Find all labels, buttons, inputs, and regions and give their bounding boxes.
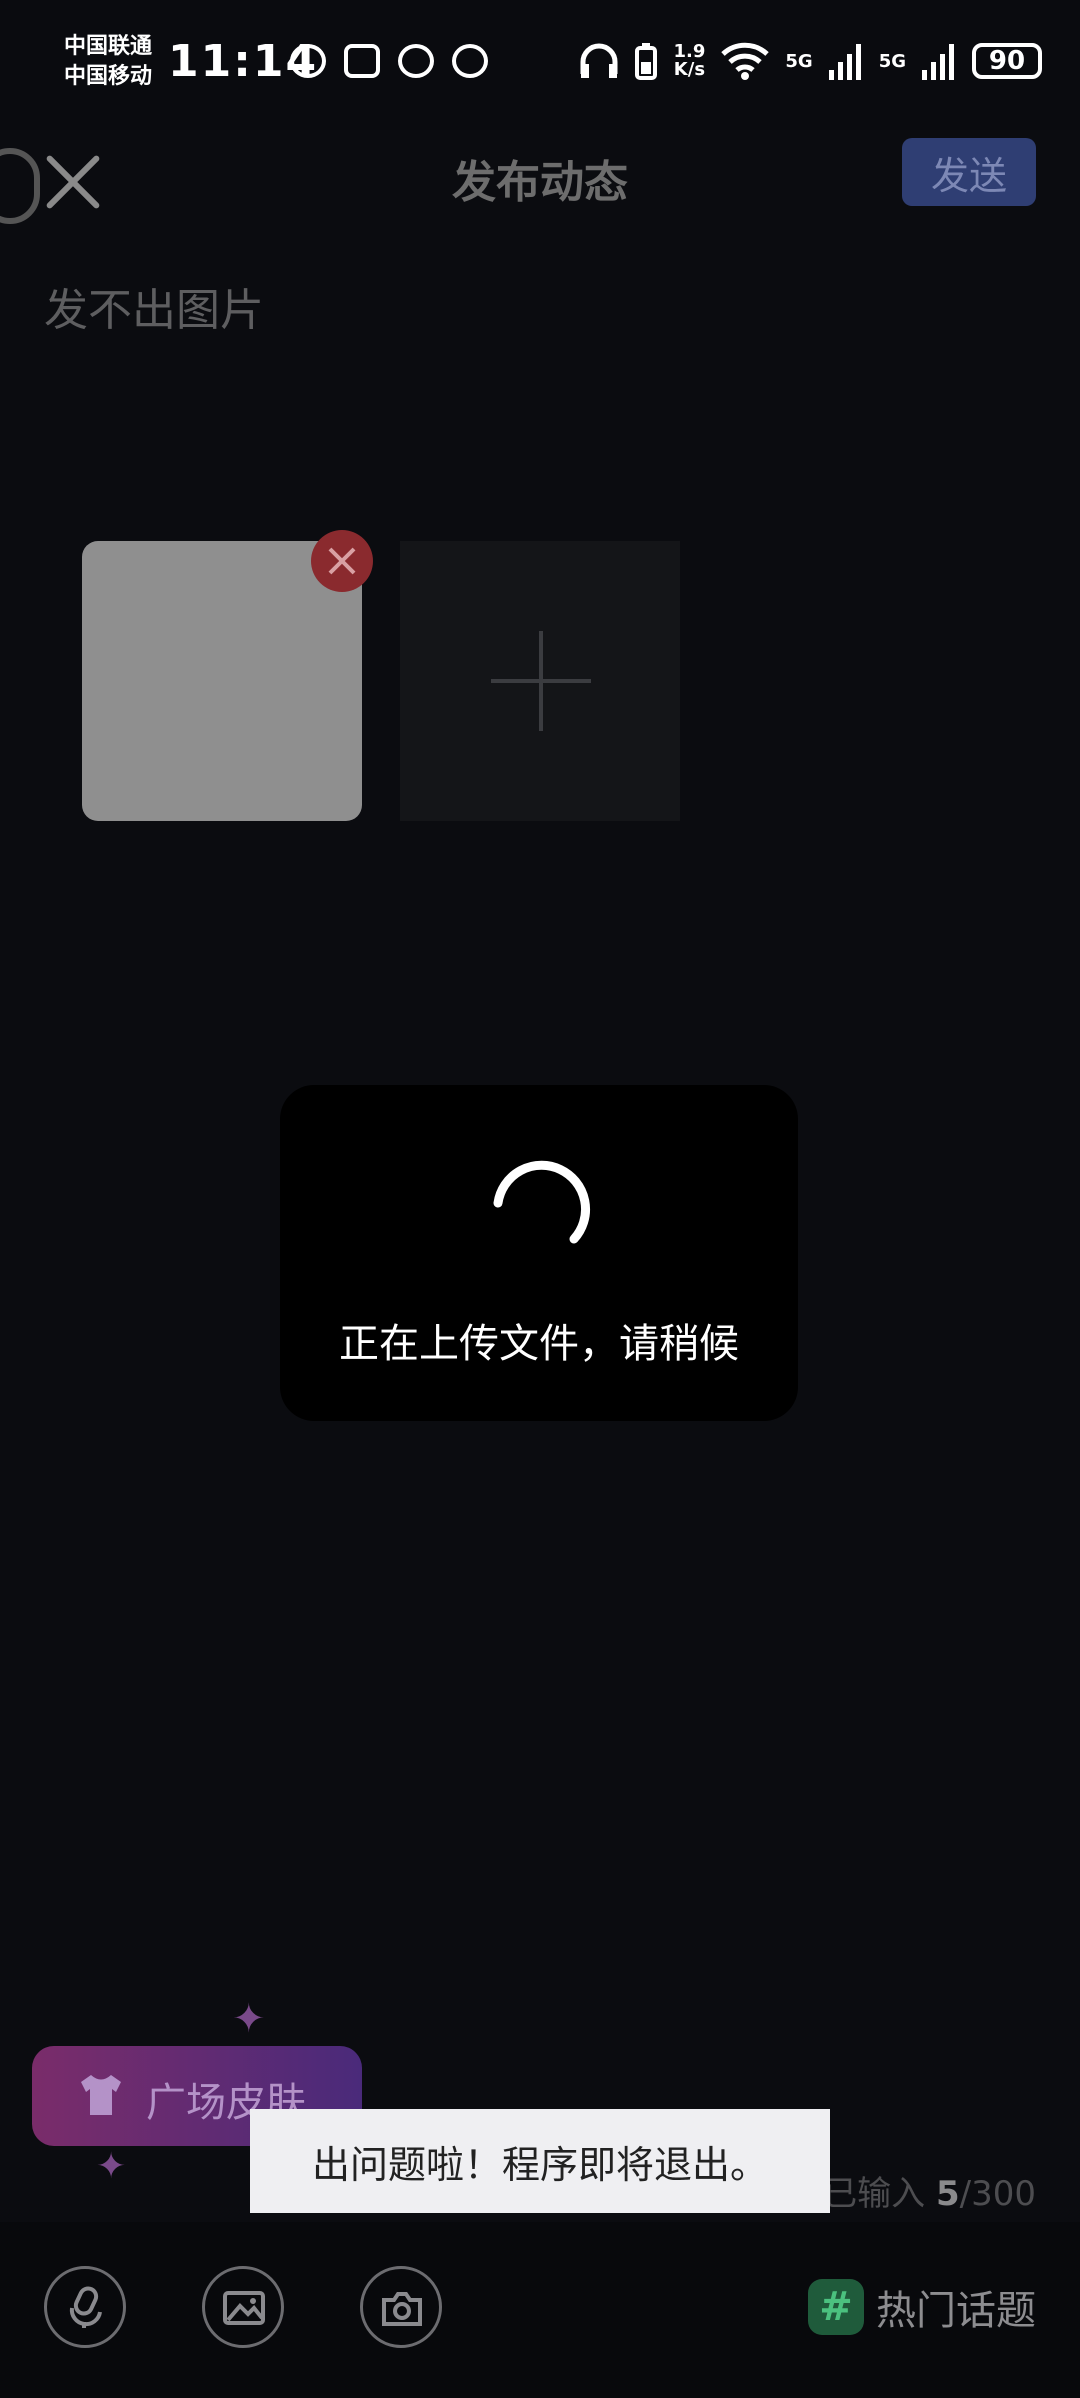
send-button[interactable]: 发送 — [902, 138, 1036, 206]
add-image-button[interactable] — [400, 541, 680, 821]
hot-topics-label: 热门话题 — [876, 2288, 1036, 2334]
status-right: 1.9 K/s 5G 5G 90 — [579, 42, 1042, 80]
sparkle-icon: ✦ — [96, 2146, 127, 2187]
battery-small-icon — [635, 43, 658, 80]
carrier-2: 中国移动 — [64, 64, 153, 89]
battery-indicator: 90 — [972, 43, 1042, 79]
image-icon — [223, 2291, 265, 2325]
signal-2-label: 5G — [878, 50, 906, 72]
char-limit: 300 — [971, 2174, 1036, 2214]
sparkle-icon: ✦ — [232, 1996, 266, 2042]
loading-message: 正在上传文件，请稍候 — [339, 1321, 739, 1367]
hot-topics-button[interactable]: # 热门话题 — [808, 2278, 1036, 2336]
eye-icon — [290, 44, 326, 78]
message-icon — [452, 44, 488, 78]
net-speed: 1.9 K/s — [673, 41, 706, 80]
error-toast: 出问题啦！程序即将退出。 — [250, 2109, 830, 2213]
signal-1-label: 5G — [785, 50, 813, 72]
voice-button[interactable] — [44, 2266, 126, 2348]
header: 发布动态 发送 — [0, 130, 1080, 230]
image-button[interactable] — [202, 2266, 284, 2348]
wifi-icon — [721, 42, 770, 80]
delete-image-icon[interactable] — [311, 530, 373, 592]
carrier-labels: 中国联通 中国移动 — [64, 32, 152, 92]
signal-1-icon — [828, 44, 861, 80]
loading-dialog: 正在上传文件，请稍候 — [280, 1085, 798, 1421]
carrier-1: 中国联通 — [64, 34, 153, 59]
char-count-prefix: 已输入 — [823, 2174, 936, 2214]
headphone-icon — [580, 43, 618, 78]
camera-icon — [382, 2292, 422, 2326]
hash-icon: # — [808, 2279, 864, 2335]
status-bar: 中国联通 中国移动 11:14 1.9 K/s 5G 5G 90 — [0, 0, 1080, 130]
alarm-icon — [398, 44, 434, 78]
camera-button[interactable] — [360, 2266, 442, 2348]
spinner-icon — [493, 1160, 591, 1244]
shirt-icon — [81, 2075, 121, 2115]
nfc-icon — [344, 44, 380, 78]
char-counter: 已输入 5/300 — [823, 2174, 1036, 2214]
signal-2-icon — [922, 44, 954, 80]
mic-icon — [69, 2286, 102, 2328]
status-notification-icons — [290, 44, 488, 78]
char-count: 5 — [935, 2174, 960, 2214]
post-text-input[interactable]: 发不出图片 — [44, 274, 264, 338]
